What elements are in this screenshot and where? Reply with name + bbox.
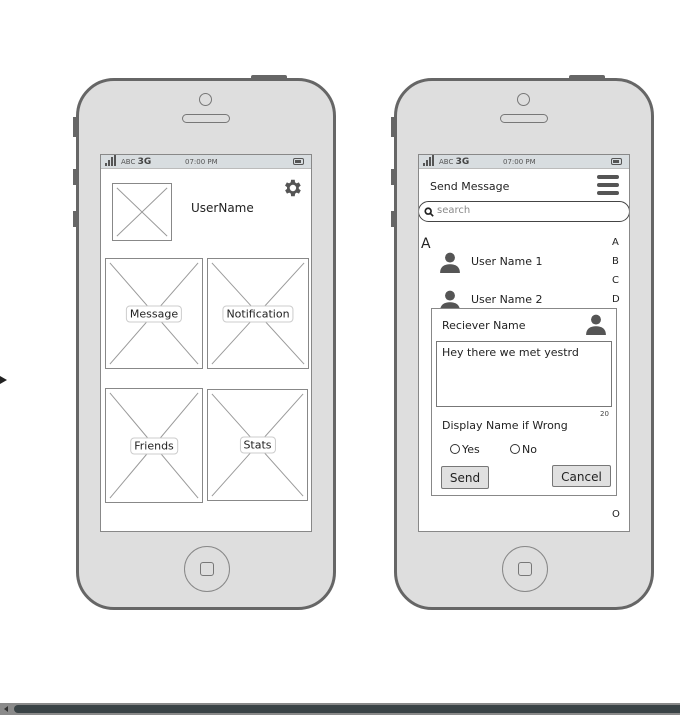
- power-button: [569, 75, 605, 79]
- home-button[interactable]: [184, 546, 230, 592]
- volume-down-button: [391, 211, 395, 227]
- send-message-screen: ABC 3G 07:00 PM Send Message search A Us…: [418, 154, 630, 532]
- notification-tile-label: Notification: [222, 305, 294, 322]
- radio-yes[interactable]: Yes: [450, 443, 480, 456]
- index-letter[interactable]: A: [612, 237, 619, 248]
- battery-icon: [293, 158, 304, 165]
- section-letter: A: [421, 236, 431, 252]
- friends-tile-label: Friends: [130, 437, 178, 454]
- hamburger-menu-icon[interactable]: [597, 175, 619, 195]
- mute-switch: [391, 117, 395, 137]
- home-button[interactable]: [502, 546, 548, 592]
- power-button: [251, 75, 287, 79]
- friends-tile[interactable]: Friends: [105, 388, 203, 503]
- status-bar: ABC 3G 07:00 PM: [101, 155, 311, 169]
- carrier-label: ABC 3G: [439, 157, 470, 167]
- left-phone-frame: ABC 3G 07:00 PM UserName Message Notific…: [73, 75, 336, 610]
- message-tile[interactable]: Message: [105, 258, 203, 369]
- status-bar: ABC 3G 07:00 PM: [419, 155, 629, 169]
- contact-name: User Name 1: [471, 255, 543, 268]
- connector-arrow-icon: [0, 376, 7, 384]
- status-time: 07:00 PM: [185, 158, 218, 166]
- user-icon: [586, 314, 606, 335]
- speaker-icon: [500, 114, 548, 123]
- gear-icon[interactable]: [281, 177, 303, 199]
- stats-tile[interactable]: Stats: [207, 389, 308, 501]
- notification-tile[interactable]: Notification: [207, 258, 309, 369]
- radio-no-label: No: [522, 443, 537, 456]
- radio-no[interactable]: No: [510, 443, 537, 456]
- search-placeholder: search: [437, 205, 471, 216]
- radio-circle-icon: [450, 444, 460, 454]
- cancel-button[interactable]: Cancel: [552, 465, 611, 487]
- send-button[interactable]: Send: [441, 466, 489, 489]
- scrollbar-thumb[interactable]: [14, 705, 680, 713]
- volume-up-button: [391, 169, 395, 185]
- radio-yes-label: Yes: [462, 443, 480, 456]
- contact-list-item[interactable]: User Name 1: [439, 249, 589, 275]
- receiver-name-label: Reciever Name: [442, 319, 526, 332]
- scroll-left-arrow-icon[interactable]: [4, 706, 8, 712]
- display-name-label: Display Name if Wrong: [442, 419, 568, 432]
- radio-circle-icon: [510, 444, 520, 454]
- avatar-placeholder: [112, 183, 172, 241]
- right-phone-frame: ABC 3G 07:00 PM Send Message search A Us…: [391, 75, 654, 610]
- signal-icon: [423, 155, 434, 166]
- index-letter[interactable]: O: [612, 509, 620, 520]
- username-label: UserName: [191, 201, 254, 215]
- message-text: Hey there we met yestrd: [442, 346, 579, 359]
- char-count: 20: [600, 410, 609, 418]
- search-icon: [424, 207, 434, 217]
- index-letter[interactable]: D: [612, 294, 620, 305]
- horizontal-scrollbar[interactable]: [0, 703, 680, 715]
- mute-switch: [73, 117, 77, 137]
- home-square-icon: [518, 562, 532, 576]
- send-dialog: Reciever Name Hey there we met yestrd 20…: [431, 308, 617, 496]
- camera-icon: [517, 93, 530, 106]
- index-letter[interactable]: B: [612, 256, 619, 267]
- camera-icon: [199, 93, 212, 106]
- message-tile-label: Message: [125, 305, 183, 322]
- signal-icon: [105, 155, 116, 166]
- contact-name: User Name 2: [471, 293, 543, 306]
- message-textarea[interactable]: Hey there we met yestrd: [436, 341, 612, 407]
- user-icon: [440, 252, 460, 273]
- home-square-icon: [200, 562, 214, 576]
- page-title: Send Message: [430, 180, 510, 193]
- carrier-label: ABC 3G: [121, 157, 152, 167]
- status-time: 07:00 PM: [503, 158, 536, 166]
- volume-up-button: [73, 169, 77, 185]
- battery-icon: [611, 158, 622, 165]
- speaker-icon: [182, 114, 230, 123]
- index-letter[interactable]: C: [612, 275, 619, 286]
- stats-tile-label: Stats: [239, 436, 276, 454]
- volume-down-button: [73, 211, 77, 227]
- search-input[interactable]: search: [419, 201, 629, 222]
- home-screen: ABC 3G 07:00 PM UserName Message Notific…: [100, 154, 312, 532]
